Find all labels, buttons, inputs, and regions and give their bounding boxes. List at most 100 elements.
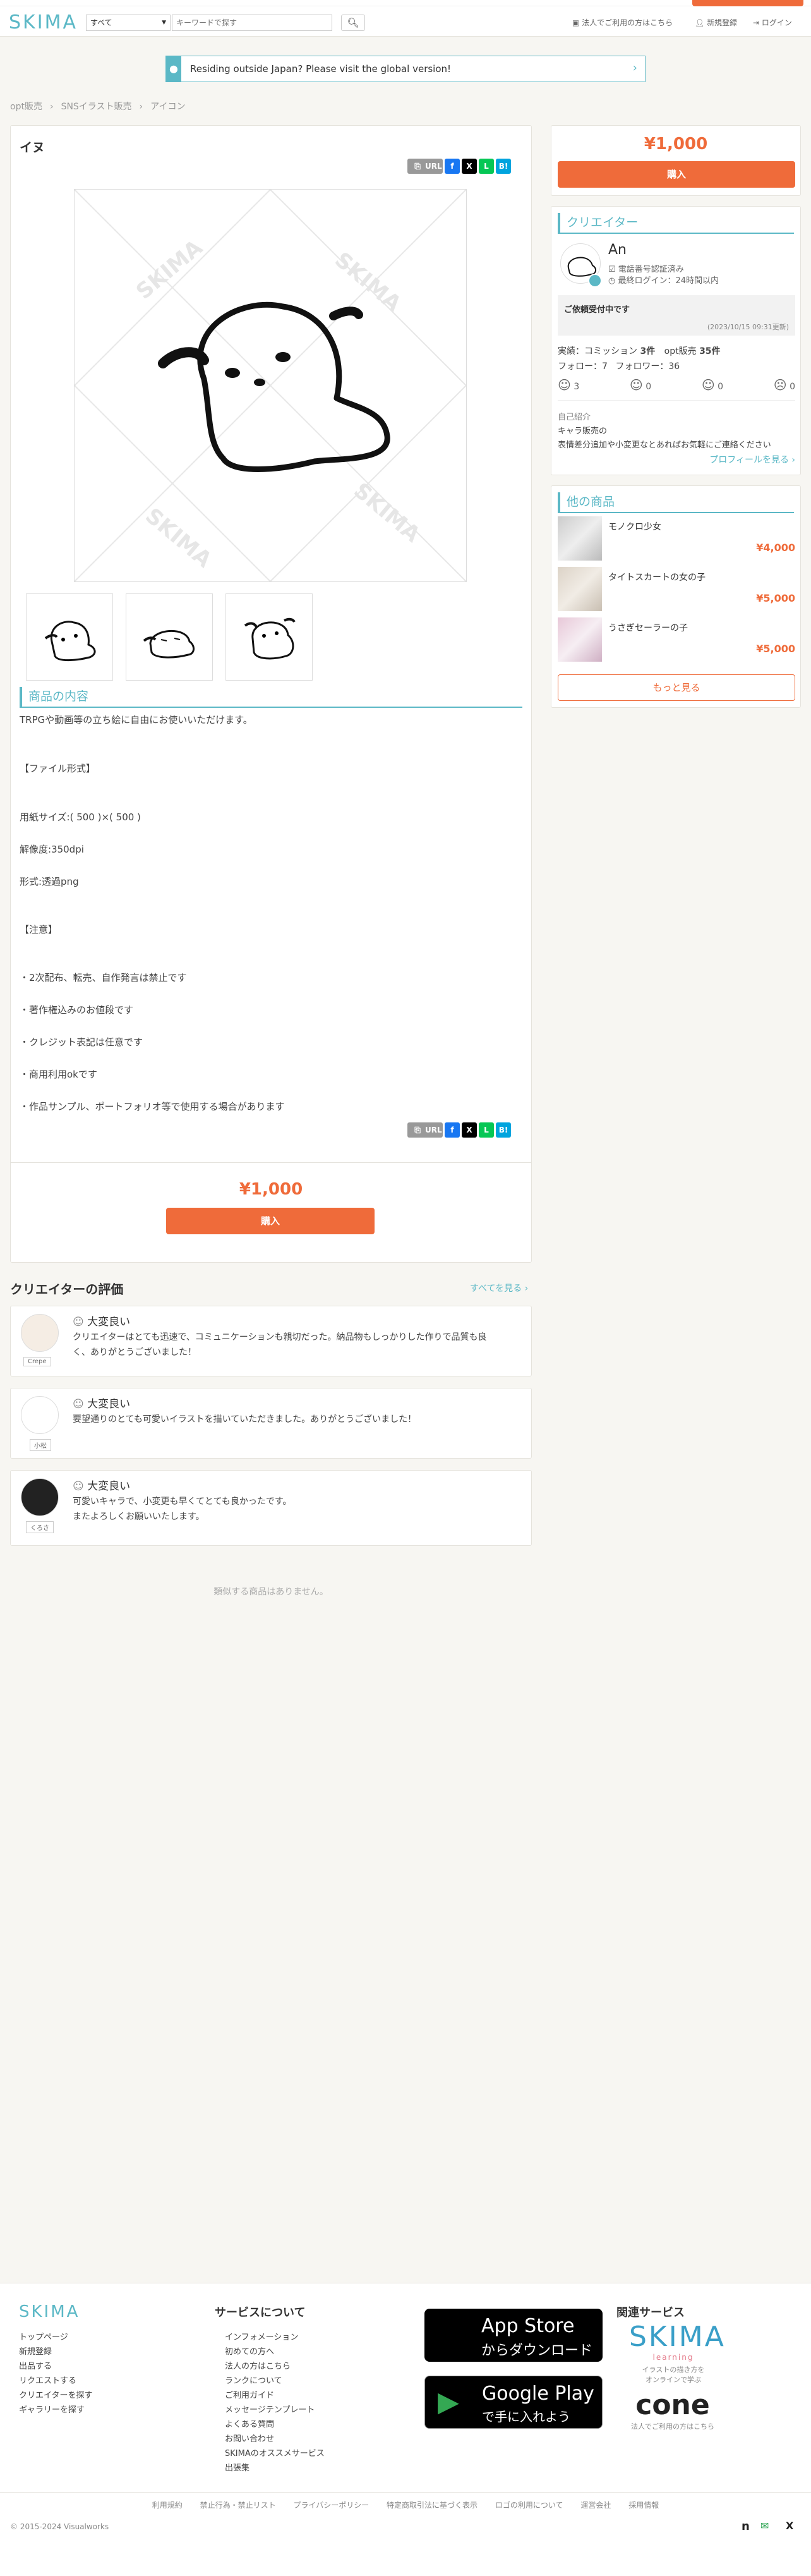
footer-bottom-link[interactable]: ロゴの利用について [495,2501,563,2510]
line-icon[interactable]: L [479,159,494,174]
main-product-image[interactable]: SKIMA SKIMA SKIMA SKIMA [74,189,467,582]
footer-link[interactable]: ご利用ガイド [225,2388,325,2403]
profile-link[interactable]: プロフィールを見る › [709,453,795,466]
footer-bottom-link[interactable]: 特定商取引法に基づく表示 [387,2501,478,2510]
url-copy-button[interactable]: ⎘ URL [407,159,443,174]
footer-bottom-links: 利用規約 禁止行為・禁止リスト プライバシーポリシー 特定商取引法に基づく表示 … [0,2500,811,2510]
login-link[interactable]: ⇥ ログイン [753,17,792,28]
search-button[interactable]: 🔍︎ [341,15,365,31]
review-rating: ☺ 大変良い [73,1316,131,1328]
reviewer-name: 小松 [30,1439,51,1451]
last-login: ◷ 最終ログイン：24時間以内 [608,274,719,286]
last-login-label: 最終ログイン：24時間以内 [618,276,719,286]
footer-bottom-link[interactable]: 採用情報 [628,2501,659,2510]
creator-name[interactable]: An [608,242,627,258]
reviewer-avatar[interactable] [21,1396,59,1434]
description-line: 形式:透過png [20,876,79,887]
footer-link[interactable]: クリエイターを探す [19,2388,92,2403]
divider [11,1162,531,1163]
footer-logo[interactable]: SKIMA [19,2302,80,2321]
breadcrumb-item[interactable]: SNSイラスト販売 [61,102,132,112]
x-icon[interactable]: X [462,1122,477,1138]
stats-label: 実績：コミッション [558,346,637,356]
global-banner[interactable]: ⬤ Residing outside Japan? Please visit t… [165,56,646,82]
note-icon[interactable]: n [742,2520,750,2533]
corporate-link[interactable]: ▣ 法人でご利用の方はこちら [572,17,673,28]
footer-link[interactable]: ギャラリーを探す [19,2403,92,2417]
other-product-item[interactable]: タイトスカートの女の子 ¥5,000 [558,567,795,614]
thumbnail-3[interactable] [225,593,313,681]
footer-bottom-link[interactable]: プライバシーポリシー [293,2501,369,2510]
creator-box: クリエイター An ☑ 電話番号認証済み ◷ 最終ログイン：24時間以内 ご依頼… [551,206,801,475]
login-icon: ⇥ [753,18,762,27]
bottom-buy-button[interactable]: 購入 [166,1208,375,1234]
line-icon[interactable]: L [479,1122,494,1138]
sidebar-buy-button[interactable]: 購入 [558,161,795,188]
reviewer-avatar[interactable] [21,1478,59,1516]
footer-link[interactable]: SKIMAのオススメサービス [225,2446,325,2461]
thumbnail-2[interactable] [126,593,213,681]
frown-icon: ☹ [773,377,787,392]
footer-link[interactable]: 初めての方へ [225,2345,325,2359]
facebook-icon[interactable]: f [445,159,460,174]
follower-count: フォロワー：36 [615,361,680,372]
location-icon: ⬤ [166,56,181,82]
x-icon[interactable]: X [462,159,477,174]
footer-link[interactable]: 出品する [19,2359,92,2374]
search-input[interactable] [172,15,332,31]
skima-learning-sub: learning [652,2353,694,2362]
other-product-item[interactable]: うさぎセーラーの子 ¥5,000 [558,617,795,664]
hatena-icon[interactable]: B! [496,1122,511,1138]
category-select[interactable]: すべて ▼ [86,15,171,31]
bottom-price: ¥1,000 [239,1180,303,1199]
logo[interactable]: SKIMA [9,11,78,33]
footer-link[interactable]: お問い合わせ [225,2432,325,2446]
product-illustration: SKIMA SKIMA SKIMA SKIMA [75,190,466,581]
smile-icon: ☺ [629,377,643,392]
footer-link[interactable]: メッセージテンプレート [225,2403,325,2417]
footer-link[interactable]: 法人の方はこちら [225,2359,325,2374]
footer-link[interactable]: インフォメーション [225,2330,325,2345]
top-nav-strip [0,0,811,6]
footer-link[interactable]: 新規登録 [19,2345,92,2359]
skima-learning-logo: SKIMA [629,2321,726,2353]
other-product-item[interactable]: モノクロ少女 ¥4,000 [558,516,795,563]
google-play-button[interactable]: ▶ Google Play で手に入れよう [424,2376,603,2429]
url-copy-button[interactable]: ⎘ URL [407,1122,443,1138]
cone-link[interactable]: cone 法人でご利用の方はこちら [625,2390,720,2431]
smile-icon: ☺ [73,1480,88,1493]
breadcrumb-item[interactable]: opt販売 [10,102,42,112]
footer-bottom-link[interactable]: 運営会社 [580,2501,611,2510]
verified-status: ☑ 電話番号認証済み [608,262,684,274]
facebook-icon[interactable]: f [445,1122,460,1138]
reviews-see-all[interactable]: すべてを見る › [470,1282,528,1294]
status-text: ご依頼受付中です [564,305,630,315]
footer-link[interactable]: 出張集 [225,2461,325,2476]
review-text: またよろしくお願いいたします。 [73,1512,205,1522]
thumbnail-1[interactable] [26,593,113,681]
building-icon: ▣ [572,18,582,27]
footer-bottom-link[interactable]: 利用規約 [152,2501,183,2510]
footer-link[interactable]: ランクについて [225,2374,325,2388]
product-card: イヌ ⎘ URL f X L B! SKIMA SKIMA SKIMA SKIM… [10,125,532,1263]
footer-link[interactable]: トップページ [19,2330,92,2345]
checkbox-icon: ☑ [608,265,618,274]
footer-link[interactable]: よくある質問 [225,2417,325,2432]
review-card: くろさ ☺ 大変良い 可愛いキャラで、小変更も早くてとても良かったです。 またよ… [10,1470,532,1546]
register-link[interactable]: 👤︎ 新規登録 [695,17,737,28]
x-icon[interactable]: X [786,2520,793,2532]
hatena-icon[interactable]: B! [496,159,511,174]
app-store-button[interactable]: App Store からダウンロード [424,2309,603,2362]
other-product-thumb [558,516,602,561]
other-product-name: うさぎセーラーの子 [608,623,688,633]
footer-bottom-link[interactable]: 禁止行為・禁止リスト [200,2501,276,2510]
skima-learning-link[interactable]: SKIMA learning イラストの描き方を オンラインで学ぶ [629,2321,726,2385]
more-button[interactable]: もっと見る [558,674,795,701]
reviewer-avatar[interactable] [21,1314,59,1352]
footer-link[interactable]: リクエストする [19,2374,92,2388]
header-cta[interactable] [692,0,803,6]
opt-count: 35件 [699,346,721,356]
breadcrumb-item[interactable]: アイコン [150,102,185,112]
mail-icon[interactable]: ✉ [760,2520,769,2532]
description-line: ・作品サンプル、ポートフォリオ等で使用する場合があります [20,1101,285,1112]
